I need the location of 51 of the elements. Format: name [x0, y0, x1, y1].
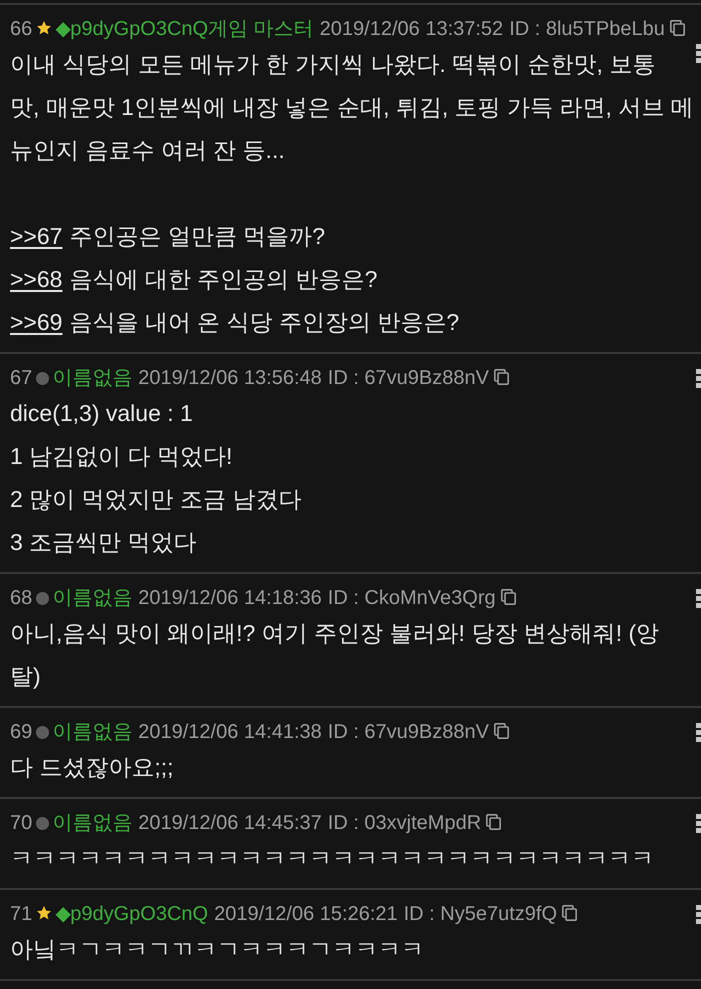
post-text: 아니,음식 맛이 왜이래!? 여기 주인장 불러와! 당장 변상해줘! (앙 탈) — [10, 619, 660, 691]
post-text: 주인공은 얼만큼 먹을까? — [69, 223, 326, 249]
author-name: 이름없음 — [52, 587, 132, 609]
author-name: 이름없음 — [52, 812, 132, 834]
post-text: ㅋㅋㅋㅋㅋㅋㅋㅋㅋㅋㅋㅋㅋㅋㅋㅋㅋㅋㅋㅋㅋㅋㅋㅋㅋㅋㅋㅋ — [10, 844, 654, 873]
post-text: 음식에 대한 주인공의 반응은? — [69, 266, 378, 292]
copy-icon[interactable] — [486, 814, 502, 830]
poster-id: ID : Ny5e7utz9fQ — [404, 903, 558, 925]
author-name: ◆p9dyGpO3CnQ — [55, 903, 208, 925]
post-number: 66 — [10, 18, 32, 40]
post-text: 2 많이 먹었지만 조금 남겼다 — [10, 485, 302, 514]
more-options-icon[interactable] — [696, 589, 701, 608]
copy-icon[interactable] — [670, 20, 685, 36]
post-number: 71 — [10, 903, 32, 925]
post-date: 2019/12/06 13:56:48 — [138, 367, 322, 389]
author-name: ◆p9dyGpO3CnQ게임 마스터 — [55, 18, 314, 40]
post-text: 3 조금씩만 먹었다 — [10, 528, 197, 557]
reply-link[interactable]: >>67 — [10, 223, 62, 249]
poster-id: ID : 03xvjteMpdR — [328, 812, 482, 834]
post-date: 2019/12/06 14:41:38 — [138, 721, 322, 743]
poster-id: ID : 8lu5TPbeLbu — [509, 18, 665, 40]
more-options-icon[interactable] — [696, 44, 701, 63]
poster-id: ID : CkoMnVe3Qrg — [328, 587, 496, 609]
post-date: 2019/12/06 14:18:36 — [138, 587, 322, 609]
more-options-icon[interactable] — [696, 369, 701, 388]
post-number: 69 — [10, 721, 32, 743]
post-number: 70 — [10, 812, 32, 834]
post-date: 2019/12/06 13:37:52 — [320, 18, 504, 40]
more-options-icon[interactable] — [696, 814, 701, 833]
poster-id: ID : 67vu9Bz88nV — [328, 721, 489, 743]
post-text: 아닠ㅋㄱㅋㅋㄱㄲㅋㄱㅋㅋㅋㄱㅋㅋㅋㅋ — [10, 935, 424, 964]
post-text: dice(1,3) value : 1 — [10, 399, 193, 428]
reply-link[interactable]: >>68 — [10, 266, 62, 292]
copy-icon[interactable] — [562, 905, 578, 921]
poster-id: ID : 67vu9Bz88nV — [328, 367, 489, 389]
copy-icon[interactable] — [494, 723, 509, 739]
post-text: 다 드셨잖아요;;; — [10, 753, 174, 782]
post-date: 2019/12/06 15:26:21 — [214, 903, 398, 925]
more-options-icon[interactable] — [696, 723, 701, 742]
author-name: 이름없음 — [52, 367, 132, 389]
copy-icon[interactable] — [494, 369, 509, 385]
post-text: 이내 식당의 모든 메뉴가 한 가지씩 나왔다. 떡볶이 순한맛, 보통 맛, 매운맛 1인분씩에 내장 넣은 순대, 튀김, 토핑 가득 라면, 서브 메 뉴인지 음료수 여러 잔 등... — [10, 50, 694, 165]
post-text: 1 남김없이 다 먹었다! — [10, 442, 232, 471]
more-options-icon[interactable] — [696, 905, 701, 924]
post-number: 67 — [10, 367, 32, 389]
post-text: 음식을 내어 온 식당 주인장의 반응은? — [69, 309, 460, 335]
post-date: 2019/12/06 14:45:37 — [138, 812, 322, 834]
copy-icon[interactable] — [500, 589, 516, 605]
author-name: 이름없음 — [52, 721, 132, 743]
post-number: 68 — [10, 587, 32, 609]
reply-link[interactable]: >>69 — [10, 309, 62, 335]
